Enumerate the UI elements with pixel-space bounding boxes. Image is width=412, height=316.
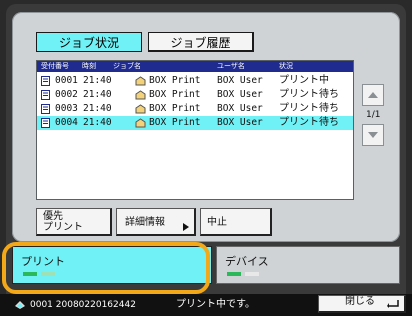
job-time: 21:40 (83, 117, 112, 128)
table-row[interactable]: 0002 21:40 BOX Print BOX User プリント待ち (37, 88, 353, 102)
job-status-icon (15, 301, 25, 309)
cancel-button[interactable]: 中止 (200, 208, 272, 236)
mailbox-icon (135, 104, 146, 114)
table-row-selected[interactable]: 0004 21:40 BOX Print BOX User プリント待ち (37, 116, 353, 130)
job-number: 0003 (55, 103, 78, 114)
details-button[interactable]: 詳細情報 (116, 208, 196, 236)
job-status: プリント待ち (279, 103, 339, 114)
document-icon (41, 104, 50, 114)
scroll-down-button[interactable] (362, 124, 384, 146)
tab-device-label: デバイス (225, 255, 269, 268)
col-header-status: 状況 (279, 62, 293, 70)
job-status-panel: ジョブ状況 ジョブ履歴 受付番号 時刻 ジョブ名 ユーザ名 状況 0001 21… (12, 12, 400, 242)
details-label: 詳細情報 (125, 217, 165, 228)
job-name: BOX Print (149, 75, 201, 86)
scroll-up-button[interactable] (362, 84, 384, 106)
page-indicator: 1/1 (366, 110, 381, 120)
status-job-info: 0001 20080220162442 (30, 300, 136, 310)
triangle-right-icon (183, 223, 189, 231)
job-list-header: 受付番号 時刻 ジョブ名 ユーザ名 状況 (37, 61, 353, 72)
job-status: プリント待ち (279, 117, 339, 128)
job-user: BOX User (217, 89, 263, 100)
job-name: BOX Print (149, 103, 201, 114)
job-list: 受付番号 時刻 ジョブ名 ユーザ名 状況 0001 21:40 BOX Prin… (36, 60, 354, 200)
cancel-label: 中止 (207, 217, 227, 228)
priority-print-button[interactable]: 優先 プリント (36, 208, 112, 236)
document-icon (41, 76, 50, 86)
job-time: 21:40 (83, 75, 112, 86)
job-time: 21:40 (83, 89, 112, 100)
mailbox-icon (135, 90, 146, 100)
status-message: プリント中です。 (176, 299, 255, 310)
job-name: BOX Print (149, 89, 201, 100)
col-header-time: 時刻 (82, 62, 96, 70)
job-user: BOX User (217, 117, 263, 128)
job-status: プリント中 (279, 75, 329, 86)
table-row[interactable]: 0001 21:40 BOX Print BOX User プリント中 (37, 74, 353, 88)
highlight-annotation (2, 242, 210, 294)
tab-job-history[interactable]: ジョブ履歴 (148, 32, 254, 52)
device-status-indicator (227, 272, 241, 276)
close-button[interactable]: 閉じる (318, 295, 406, 313)
return-arrow-icon (387, 300, 399, 308)
document-icon (41, 118, 50, 128)
job-user: BOX User (217, 103, 263, 114)
job-number: 0004 (55, 117, 78, 128)
tab-job-status[interactable]: ジョブ状況 (36, 32, 142, 52)
mailbox-icon (135, 118, 146, 128)
mailbox-icon (135, 76, 146, 86)
status-bar: 0001 20080220162442 プリント中です。 閉じる (0, 294, 412, 316)
job-number: 0002 (55, 89, 78, 100)
col-header-user: ユーザ名 (217, 62, 245, 70)
close-label: 閉じる (345, 296, 375, 307)
job-name: BOX Print (149, 117, 201, 128)
job-time: 21:40 (83, 103, 112, 114)
table-row[interactable]: 0003 21:40 BOX Print BOX User プリント待ち (37, 102, 353, 116)
job-number: 0001 (55, 75, 78, 86)
triangle-down-icon (368, 132, 378, 138)
col-header-number: 受付番号 (41, 62, 69, 70)
col-header-jobname: ジョブ名 (113, 62, 141, 70)
job-status: プリント待ち (279, 89, 339, 100)
job-user: BOX User (217, 75, 263, 86)
tab-device[interactable]: デバイス (216, 246, 400, 284)
document-icon (41, 90, 50, 100)
priority-print-label-line2: プリント (43, 222, 83, 233)
device-status-indicator (245, 272, 259, 276)
triangle-up-icon (368, 92, 378, 98)
